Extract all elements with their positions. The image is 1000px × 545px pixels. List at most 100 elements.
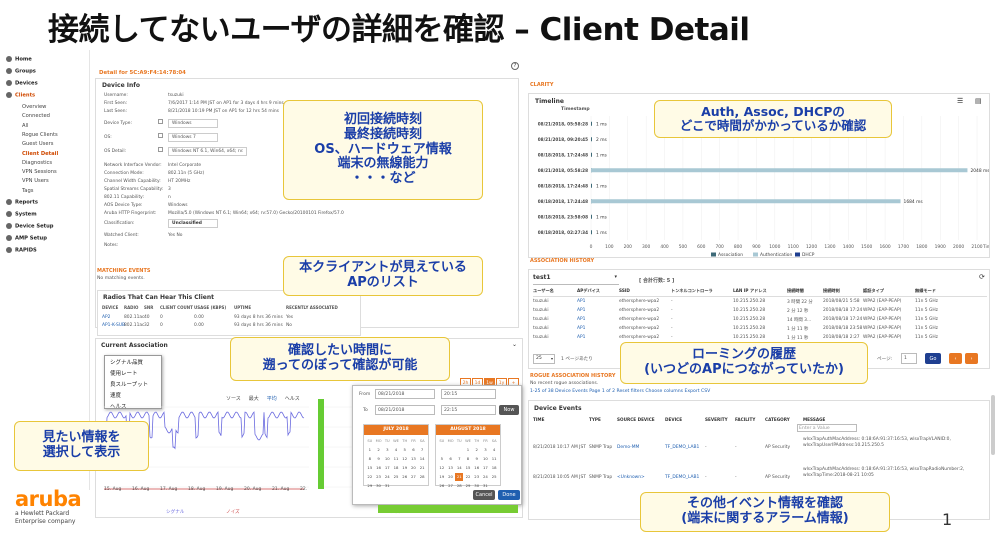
table-cell[interactable]: TF_DEMO_LAB1 [665, 475, 699, 480]
assoc-col-header[interactable]: SSID [619, 288, 630, 293]
assoc-col-header[interactable]: トンネルコントローラ [671, 288, 713, 294]
table-cell[interactable]: AP1 [577, 335, 585, 340]
table-cell[interactable]: AP1-K-SUB [102, 323, 125, 328]
calendar-day[interactable]: 5 [438, 455, 446, 463]
calendar-day[interactable]: 1 [366, 446, 374, 454]
field-value[interactable]: Windows [168, 119, 218, 128]
field-value[interactable]: Windows NT 6.1, Win64, x64; rv: [168, 147, 248, 156]
calendar-day[interactable]: 27 [410, 473, 418, 481]
calendar-day[interactable]: 11 [490, 455, 498, 463]
calendar-day[interactable]: 8 [464, 455, 472, 463]
page-input[interactable]: 1 [901, 353, 917, 364]
calendar-day[interactable]: 27 [447, 482, 455, 490]
table-cell[interactable]: AP1 [577, 317, 585, 322]
assoc-col-header[interactable]: APデバイス [577, 288, 600, 294]
events-col-header[interactable]: FACILITY [735, 417, 755, 422]
calendar-day[interactable]: 7 [455, 455, 463, 463]
calendar-day[interactable]: 20 [447, 473, 455, 481]
calendar-day[interactable]: 19 [438, 473, 446, 481]
sidebar-item[interactable]: Clients [6, 92, 35, 99]
calendar-day[interactable]: 24 [383, 473, 391, 481]
calendar-day[interactable]: 16 [473, 464, 481, 472]
calendar-day[interactable]: 10 [383, 455, 391, 463]
sidebar-item[interactable]: Connected [22, 113, 50, 119]
calendar-day[interactable]: 26 [438, 482, 446, 490]
calendar-day[interactable]: 3 [383, 446, 391, 454]
sidebar-item[interactable]: Diagnostics [22, 160, 52, 166]
go-button[interactable]: Go [925, 353, 941, 364]
filter-select[interactable]: test1 ▾ [533, 274, 619, 285]
calendar-day[interactable]: 5 [401, 446, 409, 454]
calendar-day[interactable]: 4 [490, 446, 498, 454]
calendar-day[interactable]: 19 [401, 464, 409, 472]
calendar-day[interactable]: 18 [392, 464, 400, 472]
to-date-input[interactable]: 08/21/2018 [375, 405, 435, 415]
sidebar-item[interactable]: Rogue Clients [22, 132, 58, 138]
sidebar-item[interactable]: VPN Sessions [22, 169, 57, 175]
scrollbar[interactable] [991, 395, 995, 455]
sidebar-item[interactable]: RAPIDS [6, 247, 37, 254]
sidebar-item[interactable]: VPN Users [22, 178, 49, 184]
calendar-day[interactable]: 7 [418, 446, 426, 454]
calendar-day[interactable]: 12 [401, 455, 409, 463]
calendar-day[interactable]: 3 [482, 446, 490, 454]
calendar-day[interactable]: 9 [473, 455, 481, 463]
calendar-day[interactable]: 8 [366, 455, 374, 463]
calendar-day[interactable]: 1 [464, 446, 472, 454]
table-cell[interactable]: AP1 [577, 299, 585, 304]
events-col-header[interactable]: SOURCE DEVICE [617, 417, 655, 422]
sidebar-item[interactable]: Devices [6, 80, 38, 87]
events-col-header[interactable]: TYPE [589, 417, 601, 422]
sidebar-item[interactable]: Home [6, 56, 32, 63]
calendar-day[interactable]: 9 [375, 455, 383, 463]
calendar-day[interactable]: 10 [482, 455, 490, 463]
events-col-header[interactable]: TIME [533, 417, 544, 422]
metric-menu-item[interactable]: 良スループット [105, 378, 161, 389]
calendar-day[interactable]: 4 [392, 446, 400, 454]
field-value[interactable]: Windows 7 [168, 133, 218, 142]
assoc-col-header[interactable]: 接続時刻 [823, 288, 840, 294]
calendar-day[interactable]: 25 [490, 473, 498, 481]
table-cell[interactable]: AP2 [102, 315, 110, 320]
calendar-day[interactable]: 20 [410, 464, 418, 472]
calendar-day[interactable]: 17 [482, 464, 490, 472]
chart-view-icon[interactable]: ▤ [975, 97, 982, 105]
calendar-day[interactable]: 17 [383, 464, 391, 472]
calendar-day[interactable]: 30 [375, 482, 383, 490]
calendar-day[interactable]: 14 [455, 464, 463, 472]
calendar-day[interactable]: 2 [473, 446, 481, 454]
now-button[interactable]: Now [499, 405, 519, 415]
calendar-day[interactable]: 11 [392, 455, 400, 463]
calendar-day[interactable]: 24 [482, 473, 490, 481]
calendar-day[interactable]: 29 [366, 482, 374, 490]
per-page-select[interactable]: 25 ▾ [533, 354, 555, 364]
table-cell[interactable]: AP1 [577, 326, 585, 331]
calendar-day[interactable]: 14 [418, 455, 426, 463]
table-cell[interactable]: <Unknown> [617, 475, 645, 480]
calendar-day[interactable]: 16 [375, 464, 383, 472]
calendar-day[interactable]: 23 [473, 473, 481, 481]
checkbox[interactable] [158, 133, 163, 138]
from-time-input[interactable]: 20:15 [441, 389, 496, 399]
sidebar-item[interactable]: System [6, 211, 37, 218]
events-pager[interactable]: 1-25 of 38 Device Events Page 1 of 2 Res… [530, 389, 710, 394]
calendar-day[interactable]: 15 [464, 464, 472, 472]
events-col-header[interactable]: SEVERITY [705, 417, 728, 422]
sidebar-item[interactable]: Guest Users [22, 141, 53, 147]
metric-menu-item[interactable]: 使用レート [105, 367, 161, 378]
calendar-day[interactable]: 28 [418, 473, 426, 481]
calendar-day[interactable]: 28 [455, 482, 463, 490]
calendar-day[interactable]: 31 [383, 482, 391, 490]
calendar-day[interactable]: 6 [410, 446, 418, 454]
checkbox[interactable] [158, 147, 163, 152]
list-view-icon[interactable]: ☰ [957, 97, 963, 105]
sidebar-item[interactable]: AMP Setup [6, 235, 47, 242]
to-time-input[interactable]: 22:15 [441, 405, 496, 415]
calendar-day[interactable]: 15 [366, 464, 374, 472]
calendar-day[interactable]: 18 [490, 464, 498, 472]
message-filter-input[interactable]: Enter a Value [797, 424, 857, 432]
sidebar-item[interactable]: Tags [22, 188, 33, 194]
calendar-day[interactable]: 26 [401, 473, 409, 481]
sidebar-item[interactable]: Client Detail [22, 151, 58, 157]
sidebar-item[interactable]: Device Setup [6, 223, 54, 230]
